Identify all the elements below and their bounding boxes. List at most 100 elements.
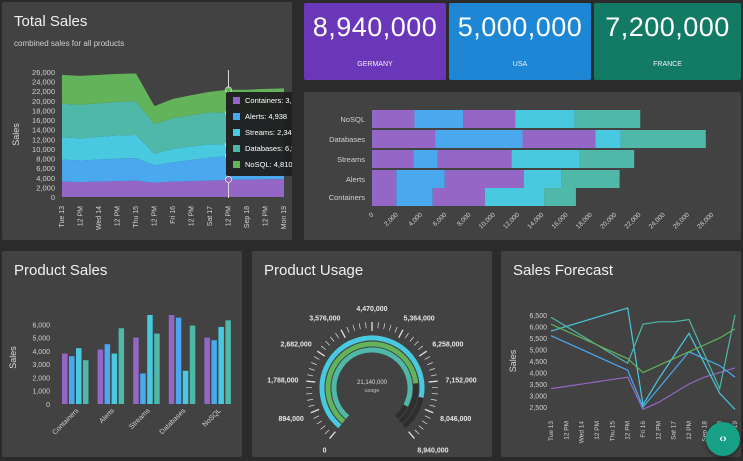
x-tick-label: 12 PM <box>686 421 693 440</box>
bar[interactable] <box>218 326 224 404</box>
bar-segment[interactable] <box>396 170 445 188</box>
gauge-tick <box>325 340 330 346</box>
bar-segment[interactable] <box>523 170 562 188</box>
gauge-tick-label: 4,470,000 <box>356 306 387 313</box>
area-series-containers[interactable] <box>62 179 284 197</box>
y-category-label: Containers <box>329 193 366 202</box>
bar[interactable] <box>211 340 217 404</box>
bar[interactable] <box>182 370 189 404</box>
code-icon[interactable]: ‹› <box>706 422 740 456</box>
bar[interactable] <box>189 325 196 404</box>
gauge-tick-label: 894,000 <box>279 416 304 423</box>
bar-segment[interactable] <box>435 130 523 148</box>
gauge-tick <box>424 356 431 360</box>
bar[interactable] <box>62 353 68 404</box>
bar-segment[interactable] <box>372 110 415 128</box>
product-sales-card: Product Sales Sales 0 1,000 2,000 3,000 4,000… <box>2 251 242 457</box>
gauge-tick <box>431 393 438 395</box>
y-tick-label: 24,000 <box>32 78 55 87</box>
bar-segment[interactable] <box>437 150 512 168</box>
bar[interactable] <box>140 373 146 404</box>
bar-segment[interactable] <box>372 150 414 168</box>
bar[interactable] <box>175 317 182 404</box>
y-tick-label: 0 <box>51 193 55 202</box>
x-tick-label: 12 PM <box>263 206 270 226</box>
gauge-tick-label: 0 <box>323 447 327 454</box>
y-tick-label: 2,500 <box>529 405 547 412</box>
gauge-tick <box>427 362 433 366</box>
kpi-value: 7,200,000 <box>605 12 730 42</box>
gauge-tick <box>306 393 313 395</box>
x-tick-label: 26,000 <box>672 211 691 230</box>
bar-segment[interactable] <box>432 188 485 206</box>
total-sales-card: Total Sales combined sales for all produ… <box>2 2 292 240</box>
kpi-value: 8,940,000 <box>312 12 438 42</box>
bar-segment[interactable] <box>620 130 706 148</box>
x-tick-label: Tue 13 <box>59 206 66 228</box>
bar[interactable] <box>104 344 111 404</box>
gauge-tick <box>404 332 409 339</box>
y-tick-label: 4,000 <box>529 371 547 378</box>
x-tick-label: Wed 14 <box>579 421 586 444</box>
bar-segment[interactable] <box>511 150 580 168</box>
kpi-tile-usa: 5,000,000 USA <box>449 3 591 80</box>
y-category-label: Streams <box>337 155 365 164</box>
gauge-tick <box>316 420 322 425</box>
bar[interactable] <box>168 314 175 404</box>
bar-segment[interactable] <box>463 110 516 128</box>
y-axis-label: Sales <box>8 346 18 369</box>
x-tick-label: Tue 13 <box>548 421 555 441</box>
x-tick-label: 12 PM <box>594 421 601 440</box>
bar-segment[interactable] <box>372 188 397 206</box>
gauge-tick <box>430 374 437 377</box>
bar[interactable] <box>111 353 118 404</box>
bar-segment[interactable] <box>574 110 641 128</box>
x-tick-label: Thu 15 <box>609 421 616 442</box>
forecast-line[interactable] <box>550 307 736 410</box>
legend-swatch <box>233 113 240 120</box>
bar-segment[interactable] <box>372 170 397 188</box>
total-sales-chart[interactable]: 02,0004,0006,0008,00010,00012,00014,0001… <box>2 2 292 240</box>
product-breakdown-chart[interactable]: NoSQL Databases Streams Alerts Containers 0 2,… <box>304 92 741 240</box>
bar[interactable] <box>225 320 231 404</box>
gauge-tick <box>313 415 319 419</box>
bar-segment[interactable] <box>372 130 436 148</box>
bar[interactable] <box>118 328 125 404</box>
forecast-line[interactable] <box>550 314 736 391</box>
bar-segment[interactable] <box>413 150 438 168</box>
bar-segment[interactable] <box>522 130 596 148</box>
gauge-tick <box>425 415 431 419</box>
forecast-line[interactable] <box>550 335 736 409</box>
bar[interactable] <box>133 337 139 404</box>
x-tick-label: 8,000 <box>456 211 473 228</box>
bar-segment[interactable] <box>515 110 575 128</box>
gauge-tick <box>424 408 434 414</box>
gauge-tick <box>422 420 428 425</box>
bar[interactable] <box>83 360 89 404</box>
product-usage-gauge[interactable]: 0 894,000 1,788,000 2,682,000 3,576,000 4,470… <box>252 251 492 457</box>
bar[interactable] <box>154 333 160 404</box>
bar[interactable] <box>76 348 82 404</box>
x-tick-label: 12,000 <box>502 211 521 230</box>
bar-segment[interactable] <box>484 188 545 206</box>
bar-segment[interactable] <box>595 130 621 148</box>
product-sales-chart[interactable]: Sales 0 1,000 2,000 3,000 4,000 5,000 6,000 Cont… <box>2 251 242 457</box>
bar-segment[interactable] <box>561 170 620 188</box>
bar-segment[interactable] <box>414 110 464 128</box>
bar-segment[interactable] <box>396 188 433 206</box>
bar-segment[interactable] <box>579 150 635 168</box>
gauge-tick <box>306 380 316 383</box>
gauge-tick <box>311 362 317 366</box>
x-tick-label: Fri 16 <box>640 421 647 438</box>
y-tick-label: 2,000 <box>36 183 55 192</box>
kpi-tile-germany: 8,940,000 GERMANY <box>304 3 446 80</box>
bar-segment[interactable] <box>444 170 524 188</box>
gauge-tick <box>429 404 436 407</box>
bar-segment[interactable] <box>544 188 576 206</box>
gauge-tick <box>335 332 340 339</box>
bar[interactable] <box>204 337 210 404</box>
bar[interactable] <box>69 356 75 404</box>
bar[interactable] <box>97 349 104 404</box>
sales-forecast-chart[interactable]: Sales 2,500 3,000 3,500 4,000 4,500 5,000 5,500… <box>501 251 741 457</box>
bar[interactable] <box>147 314 153 404</box>
